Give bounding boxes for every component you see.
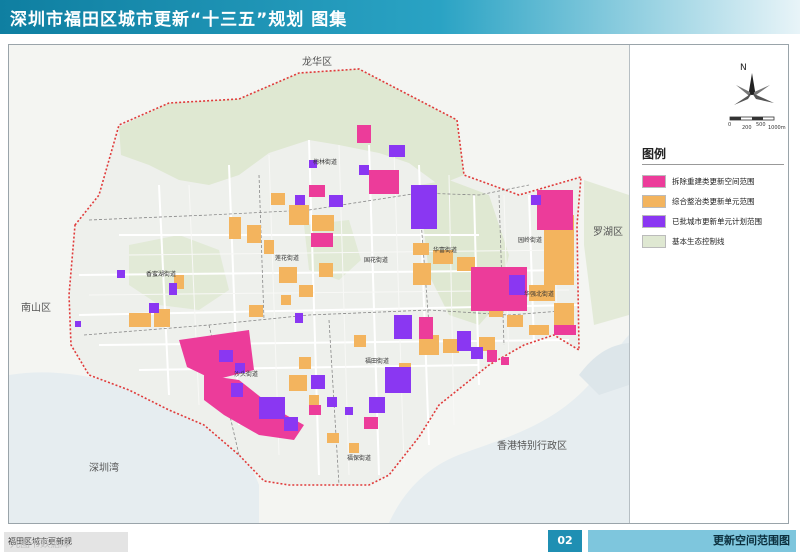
legend-item-eco: 基本生态控制线 bbox=[642, 231, 784, 251]
legend-label-demolition: 拆除重建类更新空间范围 bbox=[672, 176, 755, 186]
legend-swatch-approved bbox=[642, 214, 666, 228]
watermark: 九图书数据库 bbox=[10, 539, 70, 550]
scale-label-1000: 1000m bbox=[768, 125, 786, 131]
compass-scale: N 0 200 500 1000m bbox=[722, 63, 786, 133]
legend-label-renovation: 综合整治类更新单元范围 bbox=[672, 196, 755, 206]
legend-item-demolition: 拆除重建类更新空间范围 bbox=[642, 171, 784, 191]
page-number: 02 bbox=[548, 530, 582, 552]
label-futian: 福田街道 bbox=[365, 358, 390, 365]
page-title: 深圳市福田区城市更新“十三五”规划 图集 bbox=[10, 10, 348, 30]
side-panel: N 0 200 500 1000m 图例 拆除重建类更新空间范围 综合整治类更新… bbox=[629, 45, 788, 523]
scale-label-200: 200 bbox=[742, 125, 752, 131]
north-label: N bbox=[740, 63, 747, 73]
legend: 图例 拆除重建类更新空间范围 综合整治类更新单元范围 已批城市更新单元计划范围 … bbox=[642, 145, 784, 251]
map-canvas[interactable]: 龙华区南山区 罗湖区深圳湾 香港特别行政区 梅林街道香蜜湖街道 莲花街道 华富街道 园岭街道… bbox=[9, 45, 629, 523]
legend-swatch-renovation bbox=[642, 194, 666, 208]
map-frame: 龙华区南山区 罗湖区深圳湾 香港特别行政区 梅林街道香蜜湖街道 莲花街道 华富街道 园岭街道… bbox=[8, 44, 789, 524]
label-longhua: 龙华区 bbox=[302, 57, 332, 68]
scale-label-0: 0 bbox=[728, 122, 732, 128]
legend-title: 图例 bbox=[642, 145, 784, 165]
label-nanshan: 南山区 bbox=[21, 303, 51, 314]
label-luohu: 罗湖区 bbox=[593, 227, 623, 238]
legend-label-eco: 基本生态控制线 bbox=[672, 236, 725, 246]
label-futianbao: 福保街道 bbox=[347, 455, 372, 462]
label-yuanling: 园岭街道 bbox=[518, 237, 543, 244]
footer-map-title: 更新空间范围图 bbox=[588, 530, 796, 552]
label-huaqiangbei: 华强北街道 bbox=[524, 291, 555, 298]
legend-item-renovation: 综合整治类更新单元范围 bbox=[642, 191, 784, 211]
legend-swatch-demolition bbox=[642, 174, 666, 188]
label-lianhua: 莲花街道 bbox=[275, 255, 300, 262]
label-hk: 香港特别行政区 bbox=[497, 441, 567, 452]
label-meilin: 梅林街道 bbox=[313, 159, 338, 166]
label-xiangmihu: 香蜜湖街道 bbox=[146, 271, 177, 278]
legend-item-approved: 已批城市更新单元计划范围 bbox=[642, 211, 784, 231]
label-shatou: 沙头街道 bbox=[234, 371, 259, 378]
title-bar: 深圳市福田区城市更新“十三五”规划 图集 bbox=[0, 0, 800, 34]
legend-swatch-eco bbox=[642, 234, 666, 248]
footer: 福田区城市更新规 02 更新空间范围图 bbox=[0, 526, 800, 559]
label-huaqiang: 华富街道 bbox=[433, 247, 458, 254]
label-guohua: 国花街道 bbox=[364, 257, 389, 264]
label-shenzhenwan: 深圳湾 bbox=[89, 463, 119, 474]
legend-label-approved: 已批城市更新单元计划范围 bbox=[672, 216, 762, 226]
scale-label-500: 500 bbox=[756, 122, 766, 128]
